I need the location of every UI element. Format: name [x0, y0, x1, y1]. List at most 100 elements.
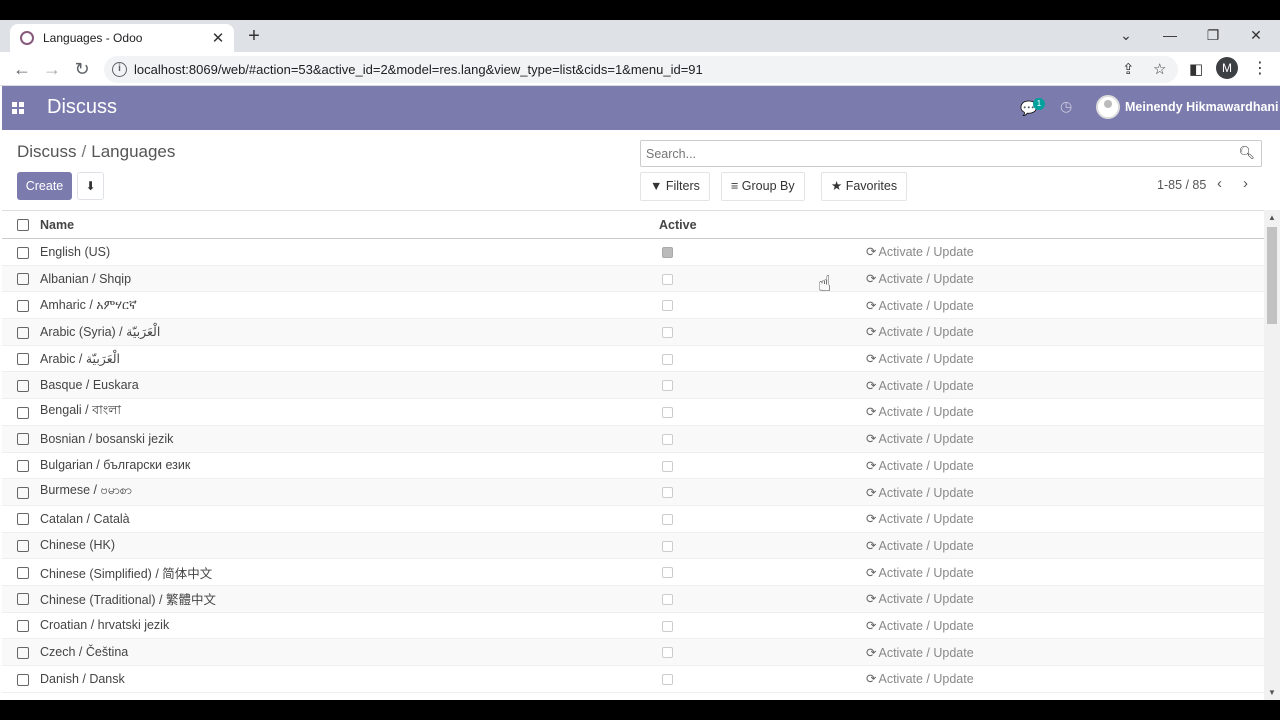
row-checkbox[interactable] — [17, 620, 29, 633]
reload-icon[interactable]: ↻ — [71, 58, 93, 80]
table-row[interactable]: Basque / Euskara ⟳ Activate / Update — [2, 371, 1264, 399]
favorites-button[interactable]: ★ Favorites — [821, 172, 908, 201]
language-name[interactable]: Chinese (Simplified) / 简体中文 — [40, 559, 656, 586]
breadcrumb-parent[interactable]: Discuss — [17, 142, 77, 161]
language-name[interactable]: Catalan / Català — [40, 505, 656, 532]
pager-next-icon[interactable]: › — [1243, 175, 1248, 192]
minimize-icon[interactable]: — — [1150, 24, 1190, 46]
scroll-down-icon[interactable]: ▼ — [1268, 688, 1276, 697]
app-menu-grid-icon[interactable] — [12, 102, 24, 114]
activate-update-button[interactable]: ⟳ Activate / Update — [866, 532, 1264, 559]
activate-update-button[interactable]: ⟳ Activate / Update — [866, 399, 1264, 426]
row-checkbox[interactable] — [17, 486, 29, 499]
language-name[interactable]: Chinese (HK) — [40, 532, 656, 559]
table-row[interactable]: Chinese (Traditional) / 繁體中文 ⟳ Activate / … — [2, 585, 1264, 613]
activate-update-button[interactable]: ⟳ Activate / Update — [866, 239, 1264, 266]
column-header-active[interactable]: Active — [656, 211, 866, 239]
language-name[interactable]: Amharic / አምሃርኛ — [40, 292, 656, 319]
activate-update-button[interactable]: ⟳ Activate / Update — [866, 372, 1264, 399]
activate-update-button[interactable]: ⟳ Activate / Update — [866, 425, 1264, 452]
table-row[interactable]: Bosnian / bosanski jezik ⟳ Activate / Upda… — [2, 425, 1264, 452]
row-checkbox[interactable] — [17, 646, 29, 659]
user-avatar[interactable] — [1096, 95, 1120, 119]
row-checkbox[interactable] — [17, 246, 29, 259]
user-name[interactable]: Meinendy Hikmawardhani — [1125, 100, 1279, 114]
search-input[interactable] — [641, 141, 1231, 166]
row-checkbox[interactable] — [17, 353, 29, 366]
activate-update-button[interactable]: ⟳ Activate / Update — [866, 265, 1264, 292]
url-bar[interactable]: i localhost:8069/web/#action=53&active_i… — [104, 56, 1178, 83]
table-row[interactable]: Catalan / Català ⟳ Activate / Update — [2, 505, 1264, 533]
group-by-button[interactable]: ≡ Group By — [721, 172, 805, 201]
table-row[interactable]: Bengali / বাংলা ⟳ Activate / Update — [2, 398, 1264, 426]
table-row[interactable]: Chinese (Simplified) / 简体中文 ⟳ Activate / U… — [2, 558, 1264, 586]
language-name[interactable]: Danish / Dansk — [40, 666, 656, 693]
table-row[interactable]: Albanian / Shqip ⟳ Activate / Update — [2, 265, 1264, 292]
row-checkbox[interactable] — [17, 433, 29, 446]
activate-update-button[interactable]: ⟳ Activate / Update — [866, 612, 1264, 639]
language-name[interactable]: Bulgarian / български език — [40, 452, 656, 479]
create-button[interactable]: Create — [17, 172, 72, 200]
new-tab-icon[interactable]: + — [244, 26, 264, 46]
pager-previous-icon[interactable]: ‹ — [1217, 175, 1222, 192]
language-name[interactable]: Croatian / hrvatski jezik — [40, 612, 656, 639]
language-name[interactable]: Arabic / الْعَرَبيّة — [40, 345, 656, 372]
row-checkbox[interactable] — [17, 273, 29, 286]
row-checkbox[interactable] — [17, 513, 29, 526]
site-info-icon[interactable]: i — [112, 62, 127, 77]
forward-arrow-icon[interactable]: → — [41, 58, 63, 80]
language-name[interactable]: Chinese (Traditional) / 繁體中文 — [40, 585, 656, 612]
row-checkbox[interactable] — [17, 593, 29, 606]
search-icon[interactable]: 🔍︎ — [1238, 145, 1255, 161]
row-checkbox[interactable] — [17, 299, 29, 312]
activate-update-button[interactable]: ⟳ Activate / Update — [866, 292, 1264, 319]
table-row[interactable]: Czech / Čeština ⟳ Activate / Update — [2, 638, 1264, 666]
table-row[interactable]: Amharic / አምሃርኛ ⟳ Activate / Update — [2, 291, 1264, 319]
table-row[interactable]: Arabic (Syria) / الْعَرَبيّة ⟳ Activate / … — [2, 318, 1264, 346]
activate-update-button[interactable]: ⟳ Activate / Update — [866, 452, 1264, 479]
activate-update-button[interactable]: ⟳ Activate / Update — [866, 319, 1264, 346]
row-checkbox[interactable] — [17, 379, 29, 392]
restore-icon[interactable]: ❐ — [1193, 24, 1233, 46]
select-all-checkbox[interactable] — [17, 219, 29, 232]
table-row[interactable]: Arabic / الْعَرَبيّة ⟳ Activate / Update — [2, 345, 1264, 372]
row-checkbox[interactable] — [17, 540, 29, 553]
side-panel-icon[interactable]: ◧ — [1189, 60, 1203, 78]
activate-update-button[interactable]: ⟳ Activate / Update — [866, 639, 1264, 666]
column-header-name[interactable]: Name — [40, 211, 656, 239]
table-row[interactable]: Danish / Dansk ⟳ Activate / Update — [2, 665, 1264, 693]
table-row[interactable]: Burmese / ဗမာစာ ⟳ Activate / Update — [2, 478, 1264, 506]
language-name[interactable]: English (US) — [40, 239, 656, 266]
profile-avatar[interactable]: M — [1216, 57, 1238, 79]
activate-update-button[interactable]: ⟳ Activate / Update — [866, 345, 1264, 372]
back-arrow-icon[interactable]: ← — [11, 58, 33, 80]
language-name[interactable]: Bosnian / bosanski jezik — [40, 425, 656, 452]
row-checkbox[interactable] — [17, 566, 29, 579]
language-name[interactable]: Albanian / Shqip — [40, 265, 656, 292]
activate-update-button[interactable]: ⟳ Activate / Update — [866, 559, 1264, 586]
row-checkbox[interactable] — [17, 406, 29, 419]
bookmark-star-icon[interactable]: ☆ — [1153, 60, 1166, 78]
browser-menu-icon[interactable]: ⋮ — [1252, 58, 1268, 78]
row-checkbox[interactable] — [17, 673, 29, 686]
tab-search-chevron-icon[interactable]: ⌄ — [1106, 24, 1146, 46]
table-row[interactable]: English (US) ⟳ Activate / Update — [2, 238, 1264, 266]
scroll-up-icon[interactable]: ▲ — [1268, 213, 1276, 222]
language-name[interactable]: Arabic (Syria) / الْعَرَبيّة — [40, 319, 656, 346]
browser-tab-languages[interactable]: Languages - Odoo ✕ — [10, 24, 234, 52]
activate-update-button[interactable]: ⟳ Activate / Update — [866, 585, 1264, 612]
activate-update-button[interactable]: ⟳ Activate / Update — [866, 505, 1264, 532]
close-tab-icon[interactable]: ✕ — [210, 29, 226, 47]
activities-clock-icon[interactable]: ◷ — [1060, 98, 1072, 115]
language-name[interactable]: Burmese / ဗမာစာ — [40, 479, 656, 506]
scrollbar-thumb[interactable] — [1267, 227, 1277, 324]
language-name[interactable]: Basque / Euskara — [40, 372, 656, 399]
filters-button[interactable]: ▼ Filters — [640, 172, 710, 201]
language-name[interactable]: Czech / Čeština — [40, 639, 656, 666]
table-row[interactable]: Croatian / hrvatski jezik ⟳ Activate / Upd… — [2, 612, 1264, 639]
close-window-icon[interactable]: ✕ — [1236, 24, 1276, 46]
export-download-button[interactable]: ⬇ — [77, 172, 104, 200]
table-row[interactable]: Bulgarian / български език ⟳ Activate / Up… — [2, 452, 1264, 479]
row-checkbox[interactable] — [17, 326, 29, 339]
activate-update-button[interactable]: ⟳ Activate / Update — [866, 479, 1264, 506]
